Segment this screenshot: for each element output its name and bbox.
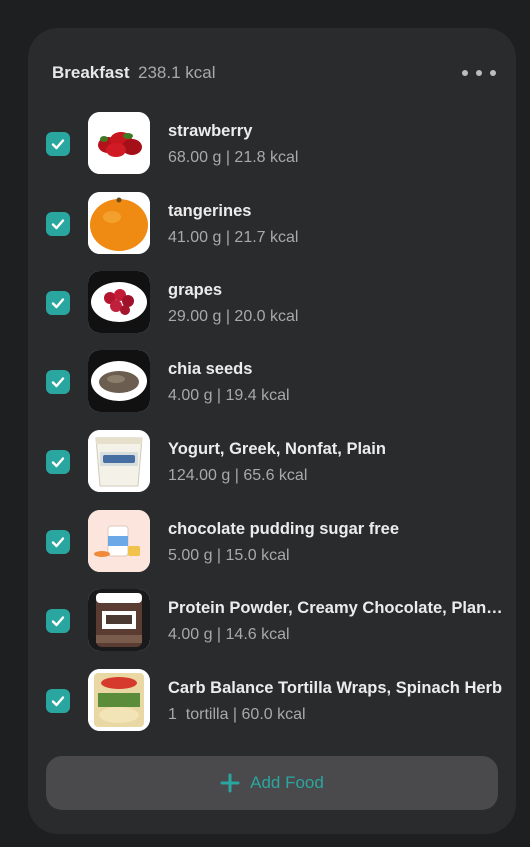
food-amount-kcal: 68.00 g | 21.8 kcal <box>168 149 299 166</box>
food-row-chia-seeds[interactable]: chia seeds 4.00 g | 19.4 kcal <box>28 350 516 414</box>
add-food-button[interactable]: Add Food <box>46 756 498 810</box>
check-icon <box>51 457 65 468</box>
food-row-tortilla-wraps[interactable]: Carb Balance Tortilla Wraps, Spinach Her… <box>28 669 516 733</box>
food-thumbnail <box>88 510 150 572</box>
food-amount-kcal: 4.00 g | 19.4 kcal <box>168 387 290 404</box>
tortilla-package-image <box>88 669 150 731</box>
food-amount-kcal: 41.00 g | 21.7 kcal <box>168 229 299 246</box>
check-icon <box>51 377 65 388</box>
chia-seeds-image <box>88 350 150 412</box>
food-row-yogurt-greek[interactable]: Yogurt, Greek, Nonfat, Plain 124.00 g | … <box>28 430 516 494</box>
check-icon <box>51 537 65 548</box>
yogurt-container-image <box>88 430 150 492</box>
check-icon <box>51 616 65 627</box>
food-name: chia seeds <box>168 360 253 378</box>
strawberry-image <box>88 112 150 174</box>
food-row-grapes[interactable]: grapes 29.00 g | 20.0 kcal <box>28 271 516 335</box>
food-amount-kcal: 29.00 g | 20.0 kcal <box>168 308 299 325</box>
checkbox[interactable] <box>46 132 70 156</box>
food-thumbnail <box>88 669 150 731</box>
check-icon <box>51 696 65 707</box>
food-name: chocolate pudding sugar free <box>168 520 400 538</box>
food-amount-kcal: 4.00 g | 14.6 kcal <box>168 626 290 643</box>
food-thumbnail <box>88 430 150 492</box>
checkbox[interactable] <box>46 689 70 713</box>
meal-card: Breakfast 238.1 kcal strawberry 68.00 g … <box>28 28 516 834</box>
food-thumbnail <box>88 350 150 412</box>
grocery-illustration-image <box>88 510 150 572</box>
food-row-protein-powder[interactable]: Protein Powder, Creamy Chocolate, Plan… … <box>28 589 516 653</box>
food-amount-kcal: 5.00 g | 15.0 kcal <box>168 547 290 564</box>
protein-powder-image <box>88 589 150 651</box>
food-row-chocolate-pudding[interactable]: chocolate pudding sugar free 5.00 g | 15… <box>28 510 516 574</box>
food-thumbnail <box>88 589 150 651</box>
food-amount-kcal: 124.00 g | 65.6 kcal <box>168 467 308 484</box>
checkbox[interactable] <box>46 212 70 236</box>
grapes-image <box>88 271 150 333</box>
meal-kcal: 238.1 kcal <box>138 63 216 82</box>
plus-icon <box>220 773 240 793</box>
checkbox[interactable] <box>46 450 70 474</box>
food-thumbnail <box>88 271 150 333</box>
food-row-tangerines[interactable]: tangerines 41.00 g | 21.7 kcal <box>28 192 516 256</box>
checkbox[interactable] <box>46 370 70 394</box>
add-food-label: Add Food <box>250 773 324 792</box>
food-row-strawberry[interactable]: strawberry 68.00 g | 21.8 kcal <box>28 112 516 176</box>
food-thumbnail <box>88 192 150 254</box>
food-name: Carb Balance Tortilla Wraps, Spinach Her… <box>168 679 503 697</box>
checkbox[interactable] <box>46 530 70 554</box>
food-thumbnail <box>88 112 150 174</box>
more-horizontal-icon[interactable] <box>462 66 496 80</box>
food-name: tangerines <box>168 202 252 220</box>
food-name: strawberry <box>168 122 253 140</box>
meal-header: Breakfast 238.1 kcal <box>52 62 496 86</box>
food-name: Yogurt, Greek, Nonfat, Plain <box>168 440 386 458</box>
tangerine-image <box>88 192 150 254</box>
food-amount-kcal: 1 tortilla | 60.0 kcal <box>168 706 306 723</box>
check-icon <box>51 139 65 150</box>
food-name: Protein Powder, Creamy Chocolate, Plan… <box>168 599 503 617</box>
checkbox[interactable] <box>46 609 70 633</box>
food-name: grapes <box>168 281 223 299</box>
checkbox[interactable] <box>46 291 70 315</box>
check-icon <box>51 298 65 309</box>
check-icon <box>51 219 65 230</box>
meal-title: Breakfast <box>52 63 130 82</box>
